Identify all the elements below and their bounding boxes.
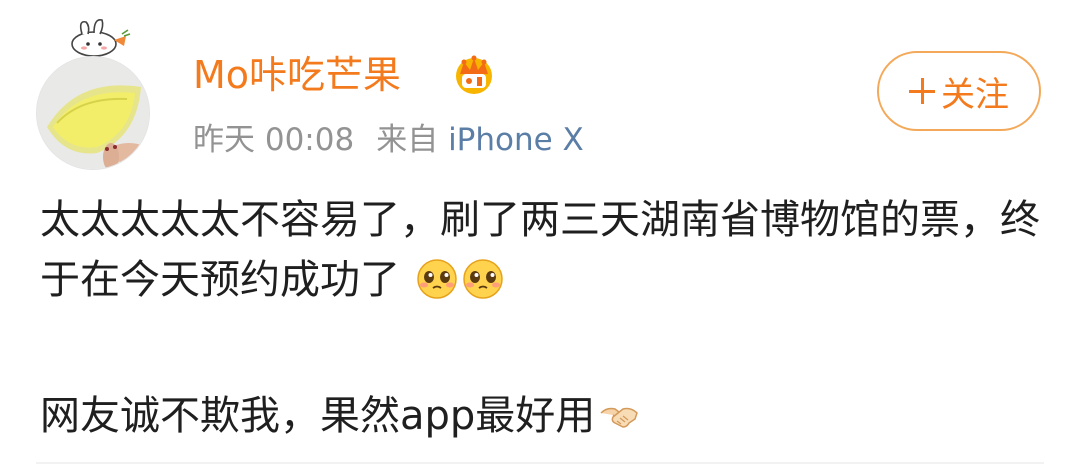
post-meta: 昨天 00:08 来自 iPhone X — [193, 120, 584, 160]
weibo-post: Mo咔吃芒果 昨天 00:08 来自 iPhone X 关注 太太太太太不容易了，… — [0, 0, 1080, 470]
post-text-2: 网友诚不欺我，果然app最好用 — [40, 393, 596, 439]
source-label: 来自 — [376, 122, 439, 158]
follow-label: 关注 — [941, 74, 1009, 115]
avatar[interactable] — [36, 56, 150, 170]
post-content: 太太太太太不容易了，刷了两三天湖南省博物馆的票，终于在今天预约成功了 网友诚不欺… — [40, 190, 1050, 446]
follow-button[interactable]: 关注 — [877, 51, 1041, 131]
crown-icon — [456, 55, 492, 94]
username[interactable]: Mo咔吃芒果 — [193, 50, 401, 100]
post-paragraph-1: 太太太太太不容易了，刷了两三天湖南省博物馆的票，终于在今天预约成功了 — [40, 190, 1050, 310]
post-paragraph-2: 网友诚不欺我，果然app最好用 — [40, 386, 1050, 446]
handshake-icon — [600, 407, 639, 428]
bunny-decoration-icon — [71, 18, 131, 57]
avatar-wrap[interactable] — [36, 16, 156, 170]
avatar-image — [37, 57, 149, 169]
divider — [36, 462, 1044, 464]
plus-icon — [909, 78, 935, 104]
post-text-1: 太太太太太不容易了，刷了两三天湖南省博物馆的票，终于在今天预约成功了 — [40, 197, 1040, 303]
pleading-face-icon — [416, 259, 457, 299]
post-time: 昨天 00:08 — [193, 122, 355, 158]
pleading-face-icon — [462, 259, 503, 299]
device-link[interactable]: iPhone X — [448, 122, 584, 158]
